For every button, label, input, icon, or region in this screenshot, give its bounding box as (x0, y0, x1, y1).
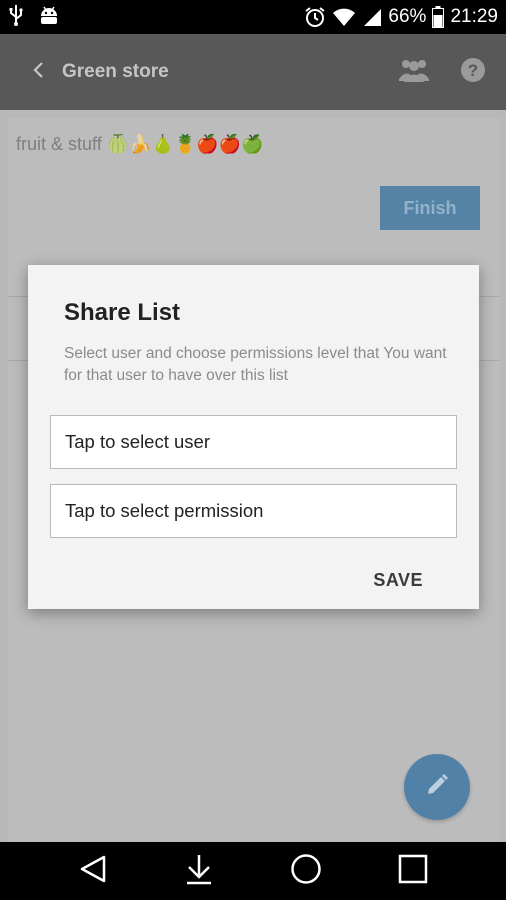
usb-icon (8, 4, 24, 31)
share-list-dialog: Share List Select user and choose permis… (28, 265, 479, 609)
dialog-message: Select user and choose permissions level… (64, 345, 447, 384)
battery-percent: 66% (388, 6, 427, 27)
select-permission-field[interactable]: Tap to select permission (50, 484, 457, 538)
home-circle-icon[interactable] (290, 853, 322, 890)
signal-icon (362, 7, 382, 27)
wifi-icon (332, 7, 356, 27)
status-bar: 66% 21:29 (0, 0, 506, 34)
dialog-title: Share List (64, 299, 181, 326)
recents-square-icon[interactable] (398, 854, 428, 889)
select-user-field[interactable]: Tap to select user (50, 415, 457, 469)
download-arrow-icon[interactable] (184, 853, 214, 890)
save-button[interactable]: SAVE (373, 570, 423, 591)
back-triangle-icon[interactable] (78, 854, 108, 889)
alarm-icon (304, 6, 326, 28)
battery-icon (432, 6, 445, 28)
android-debug-icon (38, 4, 60, 31)
clock: 21:29 (450, 6, 498, 27)
system-nav-bar (0, 842, 506, 900)
screen: 66% 21:29 Green store ? fruit & stuff 🍈🍌… (0, 0, 506, 900)
